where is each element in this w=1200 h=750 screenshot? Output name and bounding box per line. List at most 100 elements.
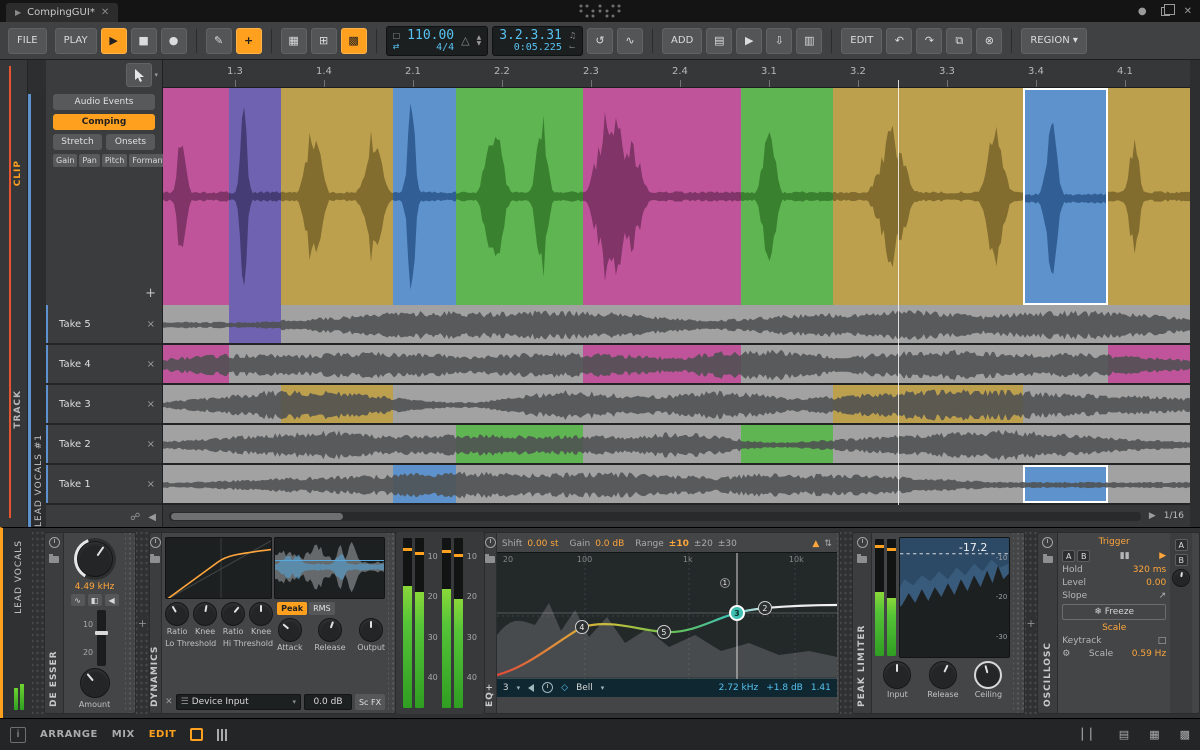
track-tab[interactable]: TRACK bbox=[13, 390, 23, 429]
device-folder-icon[interactable] bbox=[49, 554, 60, 563]
position-display[interactable]: 3.2.3.31 0:05.225 ♫ ⌙ bbox=[492, 25, 584, 56]
pointer-tool-button[interactable] bbox=[126, 63, 153, 87]
output-knob[interactable] bbox=[359, 618, 384, 642]
lo-ratio-knob[interactable] bbox=[165, 602, 190, 626]
device-track-header[interactable]: LEAD VOCALS bbox=[6, 532, 32, 714]
track-name-strip[interactable]: LEAD VOCALS #1 bbox=[28, 94, 46, 527]
peak-mode-button[interactable]: Peak bbox=[277, 602, 308, 615]
device-eq-plus[interactable]: EQ+ Shift 0.00 st Gain 0.0 dB Range ±10 … bbox=[483, 532, 840, 714]
edit-menu-button[interactable]: EDIT bbox=[841, 27, 883, 54]
split-toggle-icon[interactable]: ◧ bbox=[87, 594, 102, 606]
comp-section-pink[interactable] bbox=[163, 88, 229, 305]
take-highlight-pink[interactable] bbox=[1108, 345, 1190, 383]
comp-section-tan[interactable] bbox=[1108, 88, 1190, 305]
device-peak-limiter[interactable]: PEAK LIMITER -17.2 -10-20 -30 Input Rele… bbox=[852, 532, 1025, 714]
take-header-row[interactable]: Take 4 × bbox=[46, 345, 162, 385]
device-power-icon[interactable] bbox=[149, 537, 161, 548]
tempo-display[interactable]: □ ⇄ 110.00 4/4 △ ▲ ▼ bbox=[385, 25, 489, 56]
device-dynamics[interactable]: DYNAMICS Ratio Knee Ratio Knee Lo Thresh… bbox=[148, 532, 396, 714]
band-type-select[interactable]: Bell bbox=[576, 683, 593, 693]
take-header-row[interactable]: Take 5 × bbox=[46, 305, 162, 345]
mixer-panel-toggle-icon[interactable] bbox=[217, 728, 228, 741]
comping-button[interactable]: Comping bbox=[53, 114, 155, 130]
metronome-icon[interactable]: △ bbox=[461, 35, 469, 46]
mode-left-icon[interactable]: ◀ bbox=[104, 594, 119, 606]
take-delete-icon[interactable]: × bbox=[147, 319, 162, 330]
quantize-icon[interactable]: ♫ bbox=[569, 31, 576, 40]
take-header-row[interactable]: Take 1 × bbox=[46, 465, 162, 505]
range-20-button[interactable]: ±20 bbox=[694, 539, 713, 549]
pitch-button[interactable]: Pitch bbox=[101, 154, 128, 167]
eq-band-node[interactable]: 2 bbox=[757, 601, 772, 615]
channel-b-button[interactable]: B bbox=[1174, 554, 1188, 566]
take-lane[interactable] bbox=[163, 345, 1190, 385]
eq-expand-icon[interactable]: ⇅ bbox=[824, 539, 832, 549]
settings-gear-icon[interactable]: ⚙ bbox=[1062, 649, 1070, 659]
take-highlight-blue[interactable] bbox=[1023, 465, 1108, 503]
eq-band-node[interactable]: 5 bbox=[656, 625, 671, 639]
play-button[interactable]: ▶ bbox=[100, 27, 127, 54]
comp-section-blue[interactable] bbox=[393, 88, 456, 305]
limiter-history-display[interactable]: -17.2 -10 -20 -30 bbox=[899, 537, 1011, 658]
range-30-button[interactable]: ±30 bbox=[718, 539, 737, 549]
de-esser-threshold-slider[interactable]: 10 20 bbox=[83, 610, 109, 666]
gain-button[interactable]: Gain bbox=[53, 154, 78, 167]
device-insert-slot[interactable] bbox=[31, 532, 45, 714]
compression-curve-display[interactable] bbox=[165, 537, 273, 599]
comp-section-blue[interactable] bbox=[1023, 88, 1108, 305]
take-header-row[interactable]: Take 2 × bbox=[46, 425, 162, 465]
device-power-icon[interactable] bbox=[856, 537, 868, 548]
trigger-arrow-icon[interactable]: ▶ bbox=[1159, 551, 1166, 561]
close-window-icon[interactable]: ✕ bbox=[1184, 6, 1192, 17]
hi-threshold-label[interactable]: Hi Threshold bbox=[223, 639, 273, 648]
take-delete-icon[interactable]: × bbox=[147, 399, 162, 410]
limiter-ceiling-knob[interactable] bbox=[974, 661, 1003, 689]
region-select-button[interactable]: REGION ▾ bbox=[1021, 27, 1087, 54]
comp-section-tan[interactable] bbox=[281, 88, 393, 305]
band-dropdown-icon[interactable]: ▾ bbox=[517, 684, 521, 692]
device-power-icon[interactable] bbox=[484, 537, 496, 548]
metronome-mini-icon[interactable]: □ bbox=[393, 31, 401, 40]
sidechain-clear-icon[interactable]: ✕ bbox=[165, 697, 173, 707]
attack-knob[interactable] bbox=[277, 618, 302, 642]
mix-view-tab[interactable]: MIX bbox=[112, 729, 135, 740]
band-q-value[interactable]: 1.41 bbox=[811, 683, 831, 693]
play-menu-button[interactable]: PLAY bbox=[54, 27, 97, 54]
take-highlight-green[interactable] bbox=[456, 425, 583, 463]
take-highlight-green[interactable] bbox=[741, 425, 833, 463]
de-esser-freq-knob[interactable] bbox=[73, 538, 116, 580]
clip-launcher-icon[interactable]: ▦ bbox=[280, 27, 307, 54]
comp-section-green[interactable] bbox=[456, 88, 583, 305]
scale-value[interactable]: 0.59 Hz bbox=[1132, 649, 1166, 659]
h-scroll-thumb[interactable] bbox=[171, 512, 343, 520]
device-drag-grip[interactable] bbox=[1013, 533, 1024, 713]
device-panel-toggle-icon[interactable] bbox=[190, 728, 204, 741]
take-highlight-blue[interactable] bbox=[393, 465, 456, 503]
lo-knee-knob[interactable] bbox=[193, 602, 218, 626]
keytrack-toggle-icon[interactable]: □ bbox=[1158, 636, 1167, 646]
inspector-toggle-icon[interactable]: ▏▏ bbox=[1082, 728, 1099, 741]
snap-icon[interactable]: ⌙ bbox=[569, 42, 576, 51]
stretch-button[interactable]: Stretch bbox=[53, 134, 102, 150]
sidechain-fx-button[interactable]: Sc FX bbox=[354, 694, 386, 710]
band-listen-icon[interactable] bbox=[528, 683, 535, 692]
delete-button[interactable]: ⊗ bbox=[976, 27, 1003, 54]
file-menu-button[interactable]: FILE bbox=[8, 27, 47, 54]
osc-mix-knob[interactable] bbox=[1172, 569, 1191, 587]
sidechain-source-select[interactable]: ☰ Device Input ▾ bbox=[175, 694, 301, 710]
device-drag-grip[interactable] bbox=[124, 533, 136, 713]
sidechain-gain-field[interactable]: 0.0 dB bbox=[303, 694, 352, 710]
h-scrollbar[interactable] bbox=[169, 511, 1141, 521]
comp-section-pink[interactable] bbox=[583, 88, 741, 305]
take-lane[interactable] bbox=[163, 425, 1190, 465]
device-drag-grip[interactable] bbox=[388, 533, 395, 713]
eq-band-node[interactable]: 1 bbox=[719, 578, 730, 588]
comp-section-green[interactable] bbox=[741, 88, 833, 305]
automation-write-icon[interactable]: ✎ bbox=[205, 27, 232, 54]
comp-section-tan[interactable] bbox=[833, 88, 1023, 305]
import-icon[interactable]: ⇩ bbox=[766, 27, 793, 54]
mixer-view-icon[interactable]: ▤ bbox=[706, 27, 733, 54]
fill-toggle-icon[interactable]: ∿ bbox=[617, 27, 644, 54]
channel-a-button[interactable]: A bbox=[1174, 539, 1188, 551]
take-highlight-pink[interactable] bbox=[163, 345, 229, 383]
